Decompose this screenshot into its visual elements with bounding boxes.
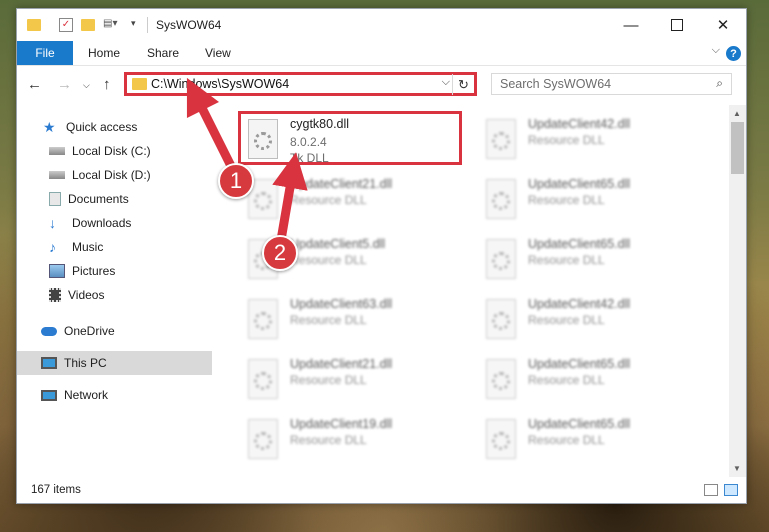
arrow-2 [272,152,308,245]
annotation-arrows [186,77,308,245]
step-2-badge: 2 [262,235,298,271]
step-1-badge: 1 [218,163,254,199]
